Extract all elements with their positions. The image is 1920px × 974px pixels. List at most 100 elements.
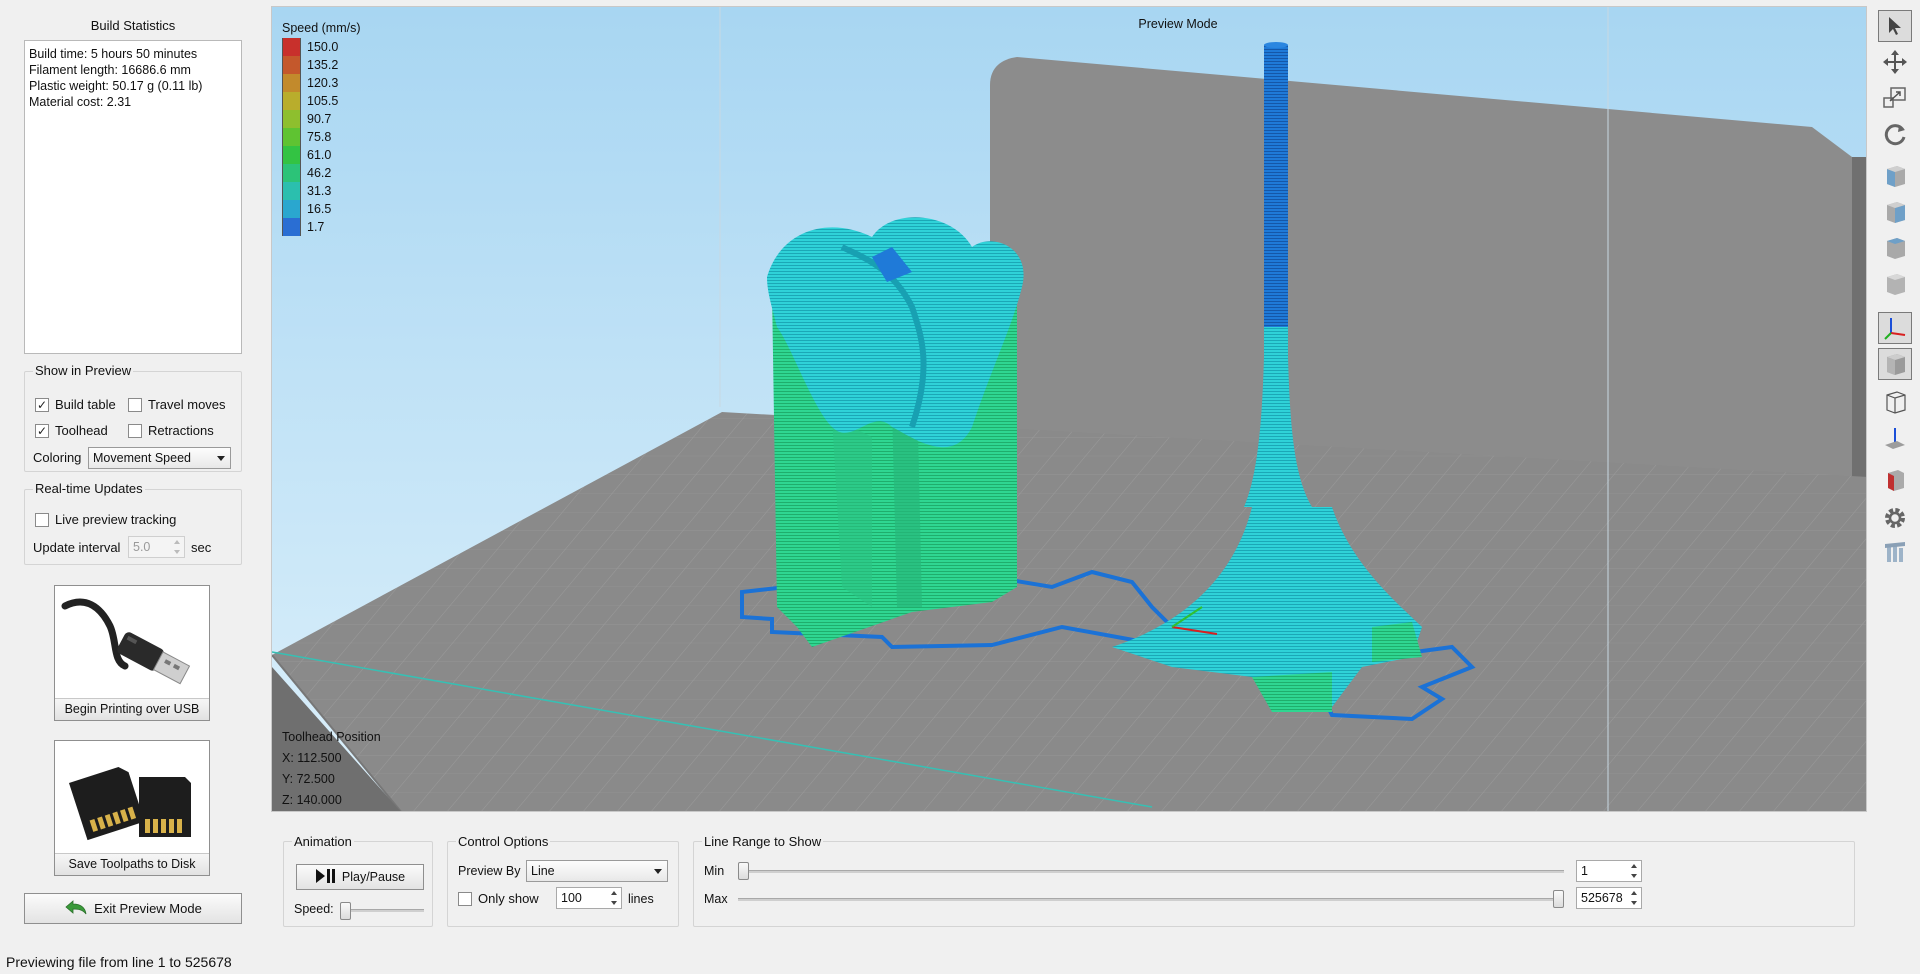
legend-swatch — [282, 38, 301, 56]
view-side-cube-icon[interactable] — [1878, 196, 1912, 228]
update-interval-spinbox[interactable]: 5.0 — [128, 536, 185, 558]
settings-gear-icon[interactable] — [1878, 502, 1912, 534]
build-table-checkbox[interactable]: ✓ Build table — [35, 397, 116, 412]
spin-arrows-icon[interactable] — [608, 889, 620, 907]
travel-moves-checkbox[interactable]: Travel moves — [128, 397, 226, 412]
cut-icon[interactable] — [1878, 464, 1912, 496]
legend-swatch — [282, 182, 301, 200]
exit-preview-mode-button[interactable]: Exit Preview Mode — [24, 893, 242, 924]
axes-icon[interactable] — [1878, 312, 1912, 344]
speed-legend: Speed (mm/s) 150.0 135.2 120.3 105.5 90.7 75.… — [282, 21, 361, 236]
legend-value: 1.7 — [307, 220, 325, 234]
min-slider-track[interactable] — [738, 870, 1564, 873]
legend-row: 1.7 — [282, 218, 361, 236]
legend-row: 105.5 — [282, 92, 361, 110]
legend-swatch — [282, 164, 301, 182]
move-icon[interactable] — [1878, 46, 1912, 78]
update-interval-value: 5.0 — [133, 540, 151, 554]
legend-value: 31.3 — [307, 184, 332, 198]
min-line-value: 1 — [1581, 864, 1588, 878]
legend-value: 46.2 — [307, 166, 332, 180]
legend-value: 120.3 — [307, 76, 339, 90]
travel-moves-check-box[interactable] — [128, 397, 142, 412]
view-front-cube-icon[interactable] — [1878, 160, 1912, 192]
3d-viewport[interactable]: Preview Mode Speed (mm/s) 150.0 135.2 120.… — [271, 6, 1867, 812]
only-show-label: Only show — [478, 891, 539, 906]
toolhead-position-title: Toolhead Position — [282, 730, 381, 744]
speed-slider-track[interactable] — [340, 909, 424, 912]
build-statistics-title: Build Statistics — [90, 18, 176, 33]
rotate-icon[interactable] — [1878, 118, 1912, 150]
min-slider-handle[interactable] — [738, 862, 749, 880]
retractions-check-box[interactable] — [128, 423, 142, 438]
legend-swatch — [282, 218, 301, 236]
legend-value: 75.8 — [307, 130, 332, 144]
max-line-spinbox[interactable]: 525678 — [1576, 887, 1642, 909]
only-show-checkbox[interactable]: Only show — [458, 891, 539, 906]
toolhead-z: Z: 140.000 — [282, 793, 342, 807]
view-iso-cube-icon[interactable] — [1878, 268, 1912, 300]
chevron-down-icon — [217, 456, 225, 461]
control-options-group: Control Options Preview By Line Only sho… — [447, 834, 679, 927]
legend-row: 75.8 — [282, 128, 361, 146]
play-pause-button[interactable]: Play/Pause — [296, 864, 424, 890]
speed-slider-handle[interactable] — [340, 902, 351, 920]
status-bar: Previewing file from line 1 to 525678 — [6, 954, 232, 970]
begin-printing-usb-button[interactable]: Begin Printing over USB — [54, 585, 210, 721]
max-slider-handle[interactable] — [1553, 890, 1564, 908]
legend-row: 46.2 — [282, 164, 361, 182]
scale-icon[interactable] — [1878, 82, 1912, 114]
max-label: Max — [704, 892, 728, 906]
build-table-label: Build table — [55, 397, 116, 412]
legend-swatch — [282, 74, 301, 92]
toolhead-check-box[interactable]: ✓ — [35, 423, 49, 438]
wireframe-cube-icon[interactable] — [1878, 386, 1912, 418]
retractions-checkbox[interactable]: Retractions — [128, 423, 214, 438]
only-show-lines-spinbox[interactable]: 100 — [556, 887, 622, 909]
exit-preview-mode-label: Exit Preview Mode — [94, 901, 202, 916]
select-arrow-icon[interactable] — [1878, 10, 1912, 42]
lay-flat-icon[interactable] — [1878, 422, 1912, 454]
spin-arrows-icon[interactable] — [1628, 862, 1640, 880]
save-toolpaths-button[interactable]: Save Toolpaths to Disk — [54, 740, 210, 876]
solid-cube-icon[interactable] — [1878, 348, 1912, 380]
legend-swatch — [282, 128, 301, 146]
legend-row: 150.0 — [282, 38, 361, 56]
control-options-title: Control Options — [456, 834, 551, 849]
max-line-value: 525678 — [1581, 891, 1623, 905]
max-slider-track[interactable] — [738, 898, 1564, 901]
toolhead-x: X: 112.500 — [282, 751, 342, 765]
only-show-check-box[interactable] — [458, 891, 472, 906]
legend-row: 120.3 — [282, 74, 361, 92]
update-interval-unit: sec — [191, 540, 212, 555]
begin-printing-usb-label: Begin Printing over USB — [55, 698, 209, 720]
legend-row: 16.5 — [282, 200, 361, 218]
legend-swatch — [282, 146, 301, 164]
bottom-controls: Animation Play/Pause Speed: Control Opti… — [271, 817, 1867, 937]
min-line-spinbox[interactable]: 1 — [1576, 860, 1642, 882]
build-statistics-box[interactable]: Build time: 5 hours 50 minutes Filament … — [24, 40, 242, 354]
toolhead-checkbox[interactable]: ✓ Toolhead — [35, 423, 108, 438]
toolhead-y: Y: 72.500 — [282, 772, 335, 786]
spin-arrows-icon[interactable] — [171, 538, 183, 556]
preview-by-select[interactable]: Line — [526, 860, 668, 882]
legend-value: 90.7 — [307, 112, 332, 126]
spin-arrows-icon[interactable] — [1628, 889, 1640, 907]
left-panel: Build Statistics Build time: 5 hours 50 … — [0, 0, 268, 950]
live-preview-tracking-check-box[interactable] — [35, 512, 49, 527]
animation-group: Animation Play/Pause Speed: — [283, 834, 433, 927]
live-preview-tracking-checkbox[interactable]: Live preview tracking — [35, 512, 176, 527]
supports-icon[interactable] — [1878, 536, 1912, 568]
realtime-updates-title: Real-time Updates — [33, 481, 145, 496]
toolhead-label: Toolhead — [55, 423, 108, 438]
preview-mode-label: Preview Mode — [1138, 17, 1218, 31]
coloring-select[interactable]: Movement Speed — [88, 447, 231, 469]
travel-moves-label: Travel moves — [148, 397, 226, 412]
view-top-cube-icon[interactable] — [1878, 232, 1912, 264]
retractions-label: Retractions — [148, 423, 214, 438]
animation-title: Animation — [292, 834, 354, 849]
legend-swatch — [282, 110, 301, 128]
build-table-check-box[interactable]: ✓ — [35, 397, 49, 412]
show-in-preview-group: Show in Preview ✓ Build table Travel mov… — [24, 363, 242, 472]
3d-scene — [272, 7, 1866, 811]
